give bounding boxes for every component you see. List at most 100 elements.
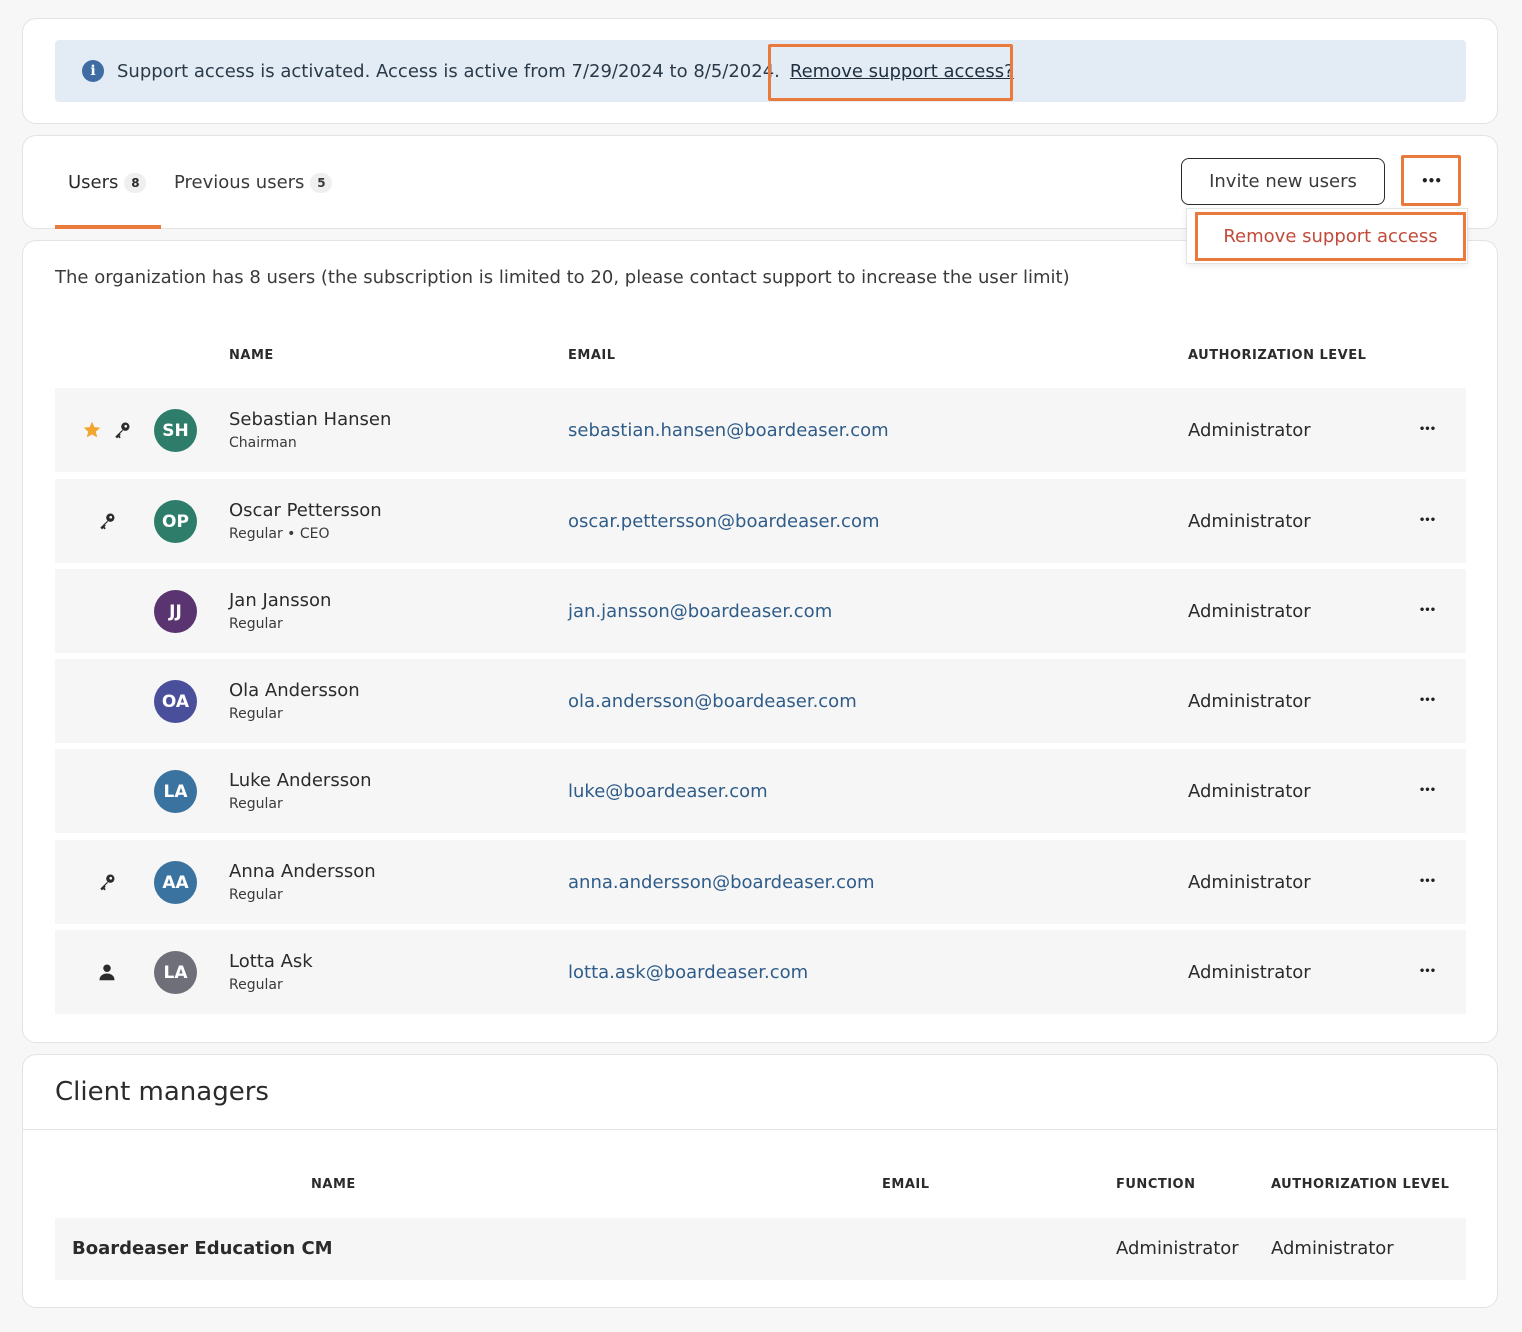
user-email-link[interactable]: sebastian.hansen@boardeaser.com [568, 420, 889, 441]
user-name: Anna Andersson [229, 861, 376, 882]
user-role: Regular [229, 706, 283, 722]
actions-dropdown-menu: Remove support access [1186, 208, 1468, 264]
avatar: AA [154, 861, 197, 904]
user-authorization-level: Administrator [1188, 511, 1311, 532]
table-row[interactable]: SH Sebastian Hansen Chairman sebastian.hans… [55, 388, 1466, 472]
user-authorization-level: Administrator [1188, 691, 1311, 712]
row-status-icons [72, 749, 142, 833]
avatar: OA [154, 680, 197, 723]
star-icon [82, 420, 102, 440]
tab-label: Users [68, 172, 119, 193]
client-managers-card: Client managers NAME EMAIL FUNCTION AUTH… [22, 1054, 1498, 1308]
highlight-box [768, 44, 1013, 101]
key-icon [97, 872, 117, 892]
table-row[interactable]: AA Anna Andersson Regular anna.andersson@bo… [55, 840, 1466, 924]
row-more-button[interactable]: ••• [1410, 866, 1444, 896]
row-status-icons [72, 659, 142, 743]
cm-authorization-level: Administrator [1271, 1238, 1394, 1259]
tab-label: Previous users [174, 172, 305, 193]
cm-name: Boardeaser Education CM [72, 1238, 333, 1259]
row-more-button[interactable]: ••• [1410, 505, 1444, 535]
user-name: Oscar Pettersson [229, 500, 382, 521]
remove-support-access-menu-item[interactable]: Remove support access [1195, 212, 1466, 261]
row-status-icons [72, 569, 142, 653]
more-icon: ••• [1418, 784, 1436, 796]
user-email-link[interactable]: oscar.pettersson@boardeaser.com [568, 511, 880, 532]
user-role: Regular [229, 796, 283, 812]
user-authorization-level: Administrator [1188, 601, 1311, 622]
more-icon: ••• [1418, 875, 1436, 887]
avatar: LA [154, 770, 197, 813]
active-tab-indicator [55, 225, 161, 229]
table-row[interactable]: JJ Jan Jansson Regular jan.jansson@boardeas… [55, 569, 1466, 653]
user-role: Regular [229, 887, 283, 903]
user-email-link[interactable]: ola.andersson@boardeaser.com [568, 691, 857, 712]
more-icon: ••• [1418, 423, 1436, 435]
client-managers-title: Client managers [55, 1077, 269, 1107]
user-authorization-level: Administrator [1188, 781, 1311, 802]
key-icon [97, 511, 117, 531]
row-more-button[interactable]: ••• [1410, 595, 1444, 625]
user-email-link[interactable]: lotta.ask@boardeaser.com [568, 962, 808, 983]
cm-column-header-authorization-level: AUTHORIZATION LEVEL [1271, 1177, 1450, 1192]
row-status-icons [72, 479, 142, 563]
user-authorization-level: Administrator [1188, 420, 1311, 441]
column-header-authorization-level: AUTHORIZATION LEVEL [1188, 348, 1367, 363]
avatar: JJ [154, 590, 197, 633]
row-status-icons [72, 930, 142, 1014]
support-access-banner: i Support access is activated. Access is… [55, 40, 1466, 102]
row-more-button[interactable]: ••• [1410, 685, 1444, 715]
row-more-button[interactable]: ••• [1410, 775, 1444, 805]
row-status-icons [72, 840, 142, 924]
avatar: LA [154, 951, 197, 994]
users-card: The organization has 8 users (the subscr… [22, 240, 1498, 1043]
tab-users[interactable]: Users 8 [68, 172, 147, 193]
key-icon [112, 420, 132, 440]
row-more-button[interactable]: ••• [1410, 956, 1444, 986]
user-name: Ola Andersson [229, 680, 360, 701]
user-role: Chairman [229, 435, 297, 451]
column-header-email: EMAIL [568, 348, 616, 363]
user-name: Lotta Ask [229, 951, 313, 972]
invite-new-users-button[interactable]: Invite new users [1181, 158, 1385, 205]
table-row[interactable]: Boardeaser Education CM Administrator Ad… [55, 1218, 1466, 1280]
more-icon: ••• [1418, 965, 1436, 977]
avatar: OP [154, 500, 197, 543]
user-role: Regular • CEO [229, 526, 330, 542]
cm-column-header-function: FUNCTION [1116, 1177, 1196, 1192]
support-access-card: i Support access is activated. Access is… [22, 18, 1498, 124]
user-authorization-level: Administrator [1188, 872, 1311, 893]
tab-count-badge: 8 [124, 172, 147, 193]
user-name: Sebastian Hansen [229, 409, 392, 430]
info-icon: i [82, 60, 104, 82]
row-more-button[interactable]: ••• [1410, 414, 1444, 444]
table-row[interactable]: OP Oscar Pettersson Regular • CEO oscar.pet… [55, 479, 1466, 563]
cm-function: Administrator [1116, 1238, 1239, 1259]
banner-message: Support access is activated. Access is a… [117, 60, 780, 82]
user-email-link[interactable]: jan.jansson@boardeaser.com [568, 601, 832, 622]
user-email-link[interactable]: luke@boardeaser.com [568, 781, 768, 802]
table-row[interactable]: OA Ola Andersson Regular ola.andersson@boar… [55, 659, 1466, 743]
more-icon: ••• [1418, 604, 1436, 616]
avatar: SH [154, 409, 197, 452]
cm-column-header-email: EMAIL [882, 1177, 930, 1192]
table-row[interactable]: LA Lotta Ask Regular lotta.ask@boardeaser.c… [55, 930, 1466, 1014]
divider [23, 1129, 1497, 1130]
cm-column-header-name: NAME [311, 1177, 356, 1192]
tab-previous-users[interactable]: Previous users 5 [174, 172, 333, 193]
person-icon [98, 963, 116, 981]
table-row[interactable]: LA Luke Andersson Regular luke@boardeaser.c… [55, 749, 1466, 833]
user-authorization-level: Administrator [1188, 962, 1311, 983]
user-name: Luke Andersson [229, 770, 372, 791]
column-header-name: NAME [229, 348, 274, 363]
tab-count-badge: 5 [310, 172, 333, 193]
user-email-link[interactable]: anna.andersson@boardeaser.com [568, 872, 875, 893]
user-name: Jan Jansson [229, 590, 332, 611]
highlight-box [1401, 155, 1461, 206]
more-icon: ••• [1418, 694, 1436, 706]
row-status-icons [72, 388, 142, 472]
more-icon: ••• [1418, 514, 1436, 526]
user-role: Regular [229, 977, 283, 993]
users-summary: The organization has 8 users (the subscr… [55, 267, 1070, 288]
user-role: Regular [229, 616, 283, 632]
